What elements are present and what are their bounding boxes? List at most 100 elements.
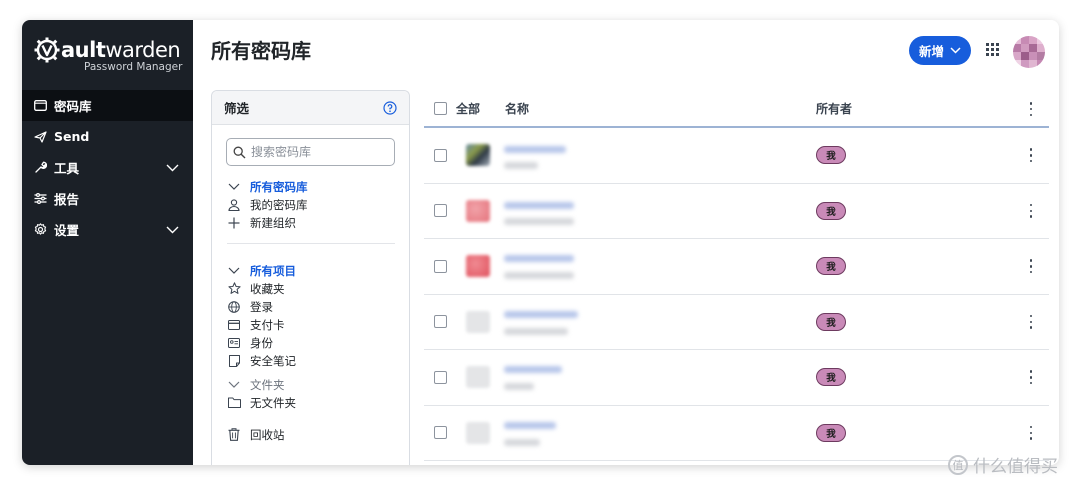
avatar[interactable]	[1013, 36, 1045, 68]
table-row[interactable]: 我	[424, 295, 1049, 350]
chevron-down-icon	[166, 222, 179, 237]
row-checkbox[interactable]	[434, 426, 447, 440]
item-username-redacted	[504, 438, 540, 446]
grid-icon[interactable]	[986, 43, 999, 56]
column-header-name[interactable]: 名称	[505, 100, 529, 117]
folder-icon	[227, 396, 241, 410]
site-favicon-icon	[466, 255, 490, 278]
row-checkbox[interactable]	[434, 204, 447, 218]
filter-panel: 筛选 所有密码库 我的密码库 新建组织 所有项目	[211, 90, 410, 465]
table-header: 全部 名称 所有者	[424, 90, 1049, 128]
app-window: aultwarden Password Manager 密码库 Send 工具	[22, 20, 1059, 465]
owner-badge: 我	[816, 146, 846, 165]
id-card-icon	[227, 336, 241, 350]
row-checkbox[interactable]	[434, 315, 447, 329]
site-favicon-icon	[466, 421, 490, 444]
site-favicon-icon	[466, 144, 490, 167]
gear-icon	[34, 223, 50, 237]
item-username-redacted	[504, 327, 568, 335]
logo: aultwarden Password Manager	[22, 20, 193, 90]
user-icon	[227, 198, 241, 212]
filter-no-folder[interactable]: 无文件夹	[227, 394, 296, 411]
filter-secure-note[interactable]: 安全笔记	[227, 352, 296, 369]
plus-icon	[227, 216, 241, 230]
owner-badge: 我	[816, 312, 846, 331]
column-header-owner[interactable]: 所有者	[816, 100, 852, 117]
row-checkbox[interactable]	[434, 370, 447, 384]
new-button-label: 新增	[918, 45, 944, 59]
select-all-checkbox[interactable]	[434, 101, 447, 115]
credit-card-icon	[227, 318, 241, 332]
sidebar-item-send[interactable]: Send	[22, 121, 193, 152]
search-input[interactable]	[251, 145, 381, 159]
search-field[interactable]	[226, 138, 395, 166]
item-username-redacted	[504, 383, 534, 390]
options-menu-icon[interactable]	[1026, 102, 1036, 116]
logo-subtitle: Password Manager	[84, 61, 183, 73]
table-row[interactable]: 我	[424, 350, 1049, 406]
owner-badge: 我	[816, 257, 846, 276]
filter-favorites[interactable]: 收藏夹	[227, 280, 285, 297]
filter-all-vaults[interactable]: 所有密码库	[227, 178, 308, 195]
row-checkbox[interactable]	[434, 148, 447, 162]
item-username-redacted	[504, 162, 538, 169]
sidebar-item-settings[interactable]: 设置	[22, 214, 193, 245]
site-favicon-icon	[466, 310, 490, 333]
vault-icon	[34, 99, 50, 113]
filter-login[interactable]: 登录	[227, 298, 273, 315]
item-username-redacted	[504, 217, 574, 225]
sliders-icon	[34, 192, 50, 206]
table-row[interactable]: 我	[424, 128, 1049, 184]
note-icon	[227, 354, 241, 368]
watermark: 值 什么值得买	[948, 452, 1058, 477]
filter-header: 筛选	[212, 91, 409, 125]
filter-new-organization[interactable]: 新建组织	[227, 214, 296, 231]
search-icon	[233, 146, 246, 158]
main-content: 所有密码库 新增 筛选 搜索密码库 所有密码库 我的密码库 新建组织 所有项目 …	[193, 20, 1059, 465]
site-favicon-icon	[466, 199, 490, 222]
new-item-button[interactable]: 新增	[909, 36, 971, 65]
row-options-icon[interactable]	[1026, 259, 1036, 274]
filter-folders[interactable]: 文件夹	[227, 376, 285, 393]
sidebar-item-label: 工具	[54, 161, 80, 176]
star-icon	[227, 282, 241, 296]
filter-identity[interactable]: 身份	[227, 334, 273, 351]
row-options-icon[interactable]	[1026, 370, 1036, 385]
logo-text: aultwarden	[61, 38, 181, 62]
filter-title: 筛选	[224, 101, 250, 116]
chevron-down-icon	[166, 160, 179, 175]
chevron-down-icon	[227, 264, 241, 278]
sidebar-item-reports[interactable]: 报告	[22, 183, 193, 214]
table-row[interactable]: 我	[424, 239, 1049, 295]
chevron-down-icon	[227, 180, 241, 194]
item-name-redacted	[504, 366, 562, 373]
item-name-redacted	[504, 146, 566, 153]
page-title: 所有密码库	[211, 39, 311, 63]
sidebar-item-label: Send	[54, 129, 90, 144]
sidebar-item-tools[interactable]: 工具	[22, 152, 193, 183]
filter-all-items[interactable]: 所有项目	[227, 262, 296, 279]
table-row[interactable]: 我	[424, 184, 1049, 239]
owner-badge: 我	[816, 201, 846, 220]
filter-trash[interactable]: 回收站	[227, 426, 285, 443]
vaultwarden-logo-icon	[34, 37, 60, 63]
filter-divider	[227, 243, 395, 244]
row-options-icon[interactable]	[1026, 314, 1036, 329]
watermark-logo-icon: 值	[948, 454, 968, 475]
vault-items-table: 全部 名称 所有者 我 我 我 我 我 我	[424, 90, 1049, 461]
column-header-all[interactable]: 全部	[456, 100, 480, 117]
row-options-icon[interactable]	[1026, 203, 1036, 218]
row-checkbox[interactable]	[434, 259, 447, 273]
filter-card[interactable]: 支付卡	[227, 316, 285, 333]
filter-my-vault[interactable]: 我的密码库	[227, 196, 308, 213]
row-options-icon[interactable]	[1026, 425, 1036, 440]
sidebar: aultwarden Password Manager 密码库 Send 工具	[22, 20, 193, 465]
help-icon[interactable]	[383, 100, 397, 115]
site-favicon-icon	[466, 366, 490, 389]
owner-badge: 我	[816, 423, 846, 442]
row-options-icon[interactable]	[1026, 148, 1036, 163]
item-username-redacted	[504, 272, 574, 279]
trash-icon	[227, 428, 241, 442]
sidebar-item-vault[interactable]: 密码库	[22, 90, 193, 121]
sidebar-item-label: 报告	[54, 192, 80, 207]
